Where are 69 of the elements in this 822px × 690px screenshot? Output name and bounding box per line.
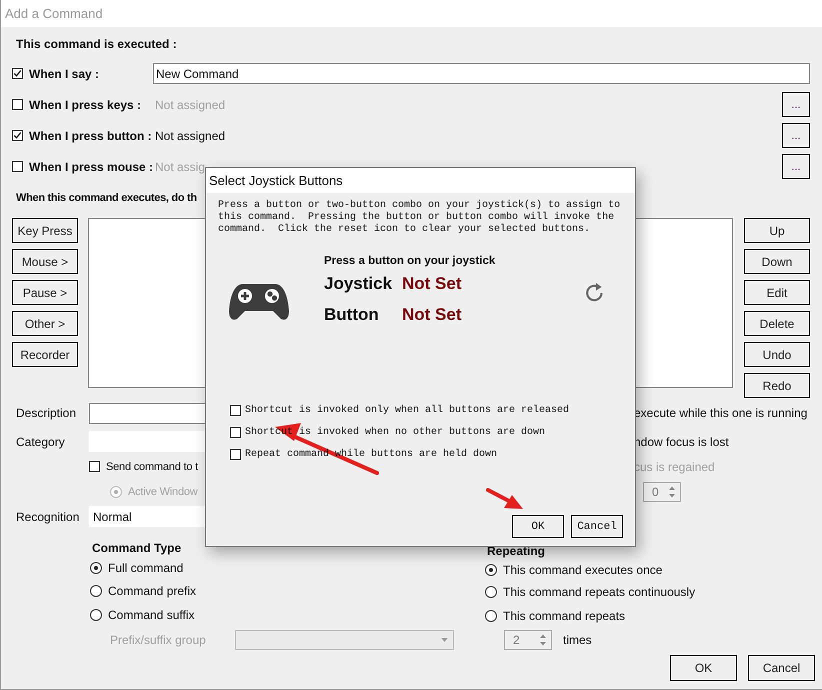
- dialog-title: Select Joystick Buttons: [209, 173, 343, 188]
- dialog-button[interactable]: OK: [670, 655, 737, 681]
- checkbox[interactable]: [12, 130, 23, 141]
- edit-button[interactable]: Up: [744, 218, 810, 243]
- checkbox-label: Repeat command while buttons are held down: [245, 448, 498, 460]
- action-button[interactable]: Key Press: [12, 218, 78, 243]
- edit-button[interactable]: Delete: [744, 311, 810, 336]
- number-spinner[interactable]: 2: [504, 630, 552, 650]
- group-title: Repeating: [486, 543, 546, 559]
- section-heading: This command is executed :: [15, 36, 178, 52]
- action-button[interactable]: Pause >: [12, 280, 78, 305]
- radio-label: Full command: [108, 560, 184, 574]
- field-label: Category: [15, 434, 66, 448]
- recognition-dropdown[interactable]: Normal: [89, 506, 207, 527]
- unit-label: times: [563, 633, 592, 647]
- action-button[interactable]: Recorder: [12, 342, 78, 367]
- trigger-label: When I say :: [29, 66, 100, 80]
- arrow: [486, 488, 523, 509]
- field-value: Not Set: [402, 304, 462, 324]
- radio-button[interactable]: [485, 610, 497, 622]
- field-label: Recognition: [15, 510, 80, 524]
- radio-label: Active Window: [128, 486, 198, 498]
- field-label: Description: [15, 406, 78, 420]
- edit-button[interactable]: Down: [744, 249, 810, 274]
- field-label: Joystick: [324, 274, 394, 294]
- assignment-text: Not assigned: [154, 98, 226, 112]
- section-heading: When this command executes, do th: [16, 191, 197, 206]
- reset-icon[interactable]: [584, 281, 605, 303]
- radio-button[interactable]: [90, 562, 102, 574]
- radio-label: This command repeats: [503, 608, 626, 622]
- action-button[interactable]: Mouse >: [12, 249, 78, 274]
- dialog-button[interactable]: Cancel: [748, 655, 815, 681]
- checkbox[interactable]: [89, 461, 100, 472]
- radio-button[interactable]: [485, 564, 497, 576]
- dialog-button[interactable]: OK: [512, 515, 564, 538]
- radio-label: This command repeats continuously: [503, 585, 696, 599]
- checkbox[interactable]: [230, 404, 241, 416]
- edit-button[interactable]: Undo: [744, 342, 810, 367]
- checkbox-label: Send command to t: [106, 460, 198, 472]
- instructions-text: Press a button or two-button combo on your joystick(s) to assign to this command. Pressing the button or button combo will invoke the command. Click the reset icon to clear your selected buttons.: [218, 200, 622, 236]
- field-label: Prefix/suffix group: [110, 633, 207, 647]
- trigger-label: When I press mouse :: [29, 160, 153, 174]
- field-label: Button: [324, 304, 380, 324]
- edit-button[interactable]: Edit: [744, 280, 810, 305]
- checkbox[interactable]: [12, 68, 23, 79]
- trigger-label: When I press button :: [29, 128, 153, 142]
- radio-button[interactable]: [485, 586, 497, 598]
- gamepad-icon: [229, 283, 289, 321]
- radio-button[interactable]: [90, 584, 102, 596]
- radio-button[interactable]: [90, 609, 102, 621]
- checkbox-label: Shortcut is invoked only when all buttons are released: [245, 404, 570, 416]
- group-title: Command Type: [91, 540, 182, 556]
- browse-button[interactable]: ...: [782, 123, 810, 148]
- radio-label: Command suffix: [108, 608, 194, 622]
- checkbox[interactable]: [230, 448, 241, 460]
- trigger-label: When I press keys :: [29, 98, 142, 112]
- window-title: Add a Command: [5, 6, 103, 21]
- dialog-button[interactable]: Cancel: [571, 515, 623, 538]
- prompt-text: Press a button on your joystick: [324, 254, 496, 268]
- assignment-text: Not assigned: [154, 128, 226, 142]
- checkbox[interactable]: [230, 426, 241, 438]
- action-button[interactable]: Other >: [12, 311, 78, 336]
- radio-label: This command executes once: [503, 563, 662, 577]
- radio-label: Command prefix: [108, 584, 196, 598]
- edit-button[interactable]: Redo: [744, 373, 810, 398]
- caret-icon: [441, 638, 448, 642]
- assignment-text: Not assig: [154, 160, 206, 174]
- field-value: Not Set: [402, 274, 462, 294]
- input-field[interactable]: New Command: [153, 63, 810, 84]
